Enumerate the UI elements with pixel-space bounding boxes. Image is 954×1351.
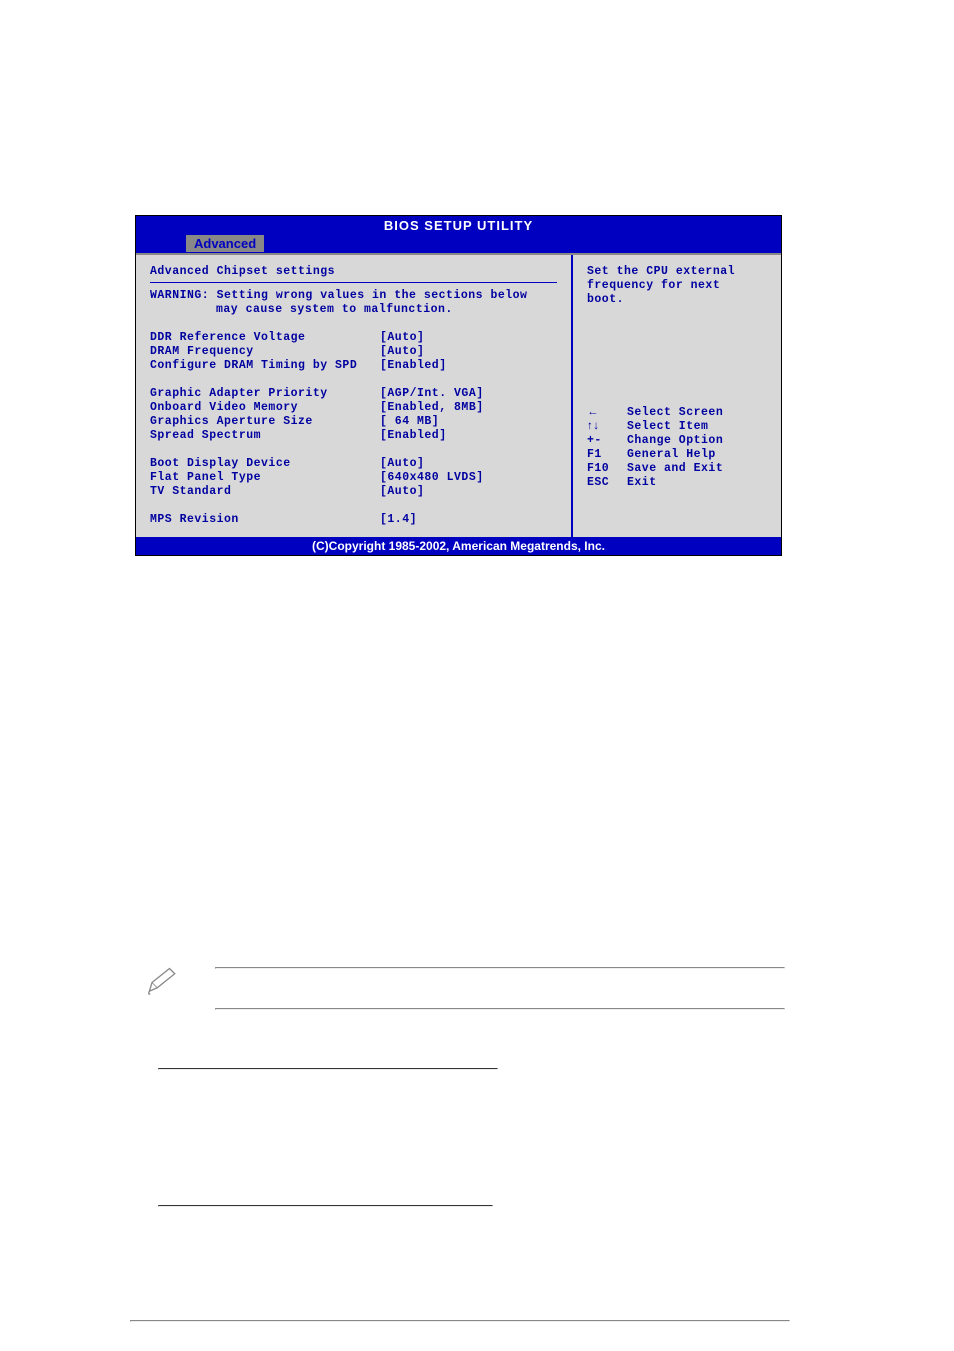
setting-label: Spread Spectrum (150, 429, 380, 442)
setting-label: Flat Panel Type (150, 471, 380, 484)
setting-onboard-video-memory[interactable]: Onboard Video Memory [Enabled, 8MB] (150, 401, 557, 414)
setting-graphic-adapter-priority[interactable]: Graphic Adapter Priority [AGP/Int. VGA] (150, 387, 557, 400)
setting-value: [1.4] (380, 513, 557, 526)
horizontal-rule (215, 1008, 785, 1010)
tab-advanced[interactable]: Advanced (186, 235, 264, 252)
setting-value: [640x480 LVDS] (380, 471, 557, 484)
setting-value: [Enabled] (380, 429, 557, 442)
nav-action-label: General Help (627, 448, 767, 461)
nav-key-label: F1 (587, 448, 627, 461)
setting-value: [Enabled, 8MB] (380, 401, 557, 414)
horizontal-rule (130, 1320, 790, 1322)
help-line3: boot. (587, 293, 767, 306)
section-title: Advanced Chipset settings (150, 265, 557, 278)
setting-label: DRAM Frequency (150, 345, 380, 358)
nav-action-label: Change Option (627, 434, 767, 447)
bios-content: Advanced Chipset settings WARNING: Setti… (136, 253, 781, 537)
nav-action-label: Exit (627, 476, 767, 489)
nav-exit: ESC Exit (587, 476, 767, 489)
setting-label: MPS Revision (150, 513, 380, 526)
setting-value: [ 64 MB] (380, 415, 557, 428)
arrow-updown-icon: ↑↓ (587, 420, 627, 433)
bios-title: BIOS SETUP UTILITY (384, 218, 533, 233)
nav-action-label: Select Item (627, 420, 767, 433)
arrow-left-icon: ← (587, 406, 627, 419)
horizontal-rule (215, 967, 785, 969)
setting-value: [Enabled] (380, 359, 557, 372)
setting-flat-panel-type[interactable]: Flat Panel Type [640x480 LVDS] (150, 471, 557, 484)
warning-text-line2: may cause system to malfunction. (150, 303, 557, 316)
pencil-note-icon (145, 965, 180, 1000)
setting-label: Graphic Adapter Priority (150, 387, 380, 400)
setting-value: [Auto] (380, 485, 557, 498)
setting-tv-standard[interactable]: TV Standard [Auto] (150, 485, 557, 498)
setting-graphics-aperture-size[interactable]: Graphics Aperture Size [ 64 MB] (150, 415, 557, 428)
bios-title-bar: BIOS SETUP UTILITY (136, 216, 781, 235)
nav-action-label: Save and Exit (627, 462, 767, 475)
setting-dram-timing-spd[interactable]: Configure DRAM Timing by SPD [Enabled] (150, 359, 557, 372)
nav-general-help: F1 General Help (587, 448, 767, 461)
bios-setup-window: BIOS SETUP UTILITY Advanced Advanced Chi… (135, 215, 782, 556)
nav-key-label: ESC (587, 476, 627, 489)
setting-dram-frequency[interactable]: DRAM Frequency [Auto] (150, 345, 557, 358)
setting-value: [Auto] (380, 457, 557, 470)
setting-value: [Auto] (380, 331, 557, 344)
setting-label: Graphics Aperture Size (150, 415, 380, 428)
help-line2: frequency for next (587, 279, 767, 292)
nav-select-item: ↑↓ Select Item (587, 420, 767, 433)
bios-tab-row: Advanced (136, 235, 781, 253)
setting-spread-spectrum[interactable]: Spread Spectrum [Enabled] (150, 429, 557, 442)
setting-value: [AGP/Int. VGA] (380, 387, 557, 400)
horizontal-rule (158, 1205, 493, 1207)
nav-key-label: F10 (587, 462, 627, 475)
horizontal-rule (158, 1068, 498, 1070)
bios-footer: (C)Copyright 1985-2002, American Megatre… (136, 537, 781, 555)
setting-ddr-voltage[interactable]: DDR Reference Voltage [Auto] (150, 331, 557, 344)
bios-settings-panel: Advanced Chipset settings WARNING: Setti… (136, 255, 571, 537)
nav-save-exit: F10 Save and Exit (587, 462, 767, 475)
setting-label: TV Standard (150, 485, 380, 498)
bios-help-panel: Set the CPU external frequency for next … (571, 255, 781, 537)
setting-value: [Auto] (380, 345, 557, 358)
setting-label: Onboard Video Memory (150, 401, 380, 414)
warning-text-line1: WARNING: Setting wrong values in the sec… (150, 289, 557, 302)
nav-change-option: +- Change Option (587, 434, 767, 447)
setting-mps-revision[interactable]: MPS Revision [1.4] (150, 513, 557, 526)
setting-boot-display-device[interactable]: Boot Display Device [Auto] (150, 457, 557, 470)
navigation-help: ← Select Screen ↑↓ Select Item +- Change… (587, 406, 767, 489)
setting-label: Configure DRAM Timing by SPD (150, 359, 380, 372)
divider (150, 282, 557, 283)
nav-action-label: Select Screen (627, 406, 767, 419)
setting-label: Boot Display Device (150, 457, 380, 470)
nav-select-screen: ← Select Screen (587, 406, 767, 419)
help-line1: Set the CPU external (587, 265, 767, 278)
copyright-text: (C)Copyright 1985-2002, American Megatre… (312, 539, 605, 553)
nav-key-label: +- (587, 434, 627, 447)
setting-label: DDR Reference Voltage (150, 331, 380, 344)
